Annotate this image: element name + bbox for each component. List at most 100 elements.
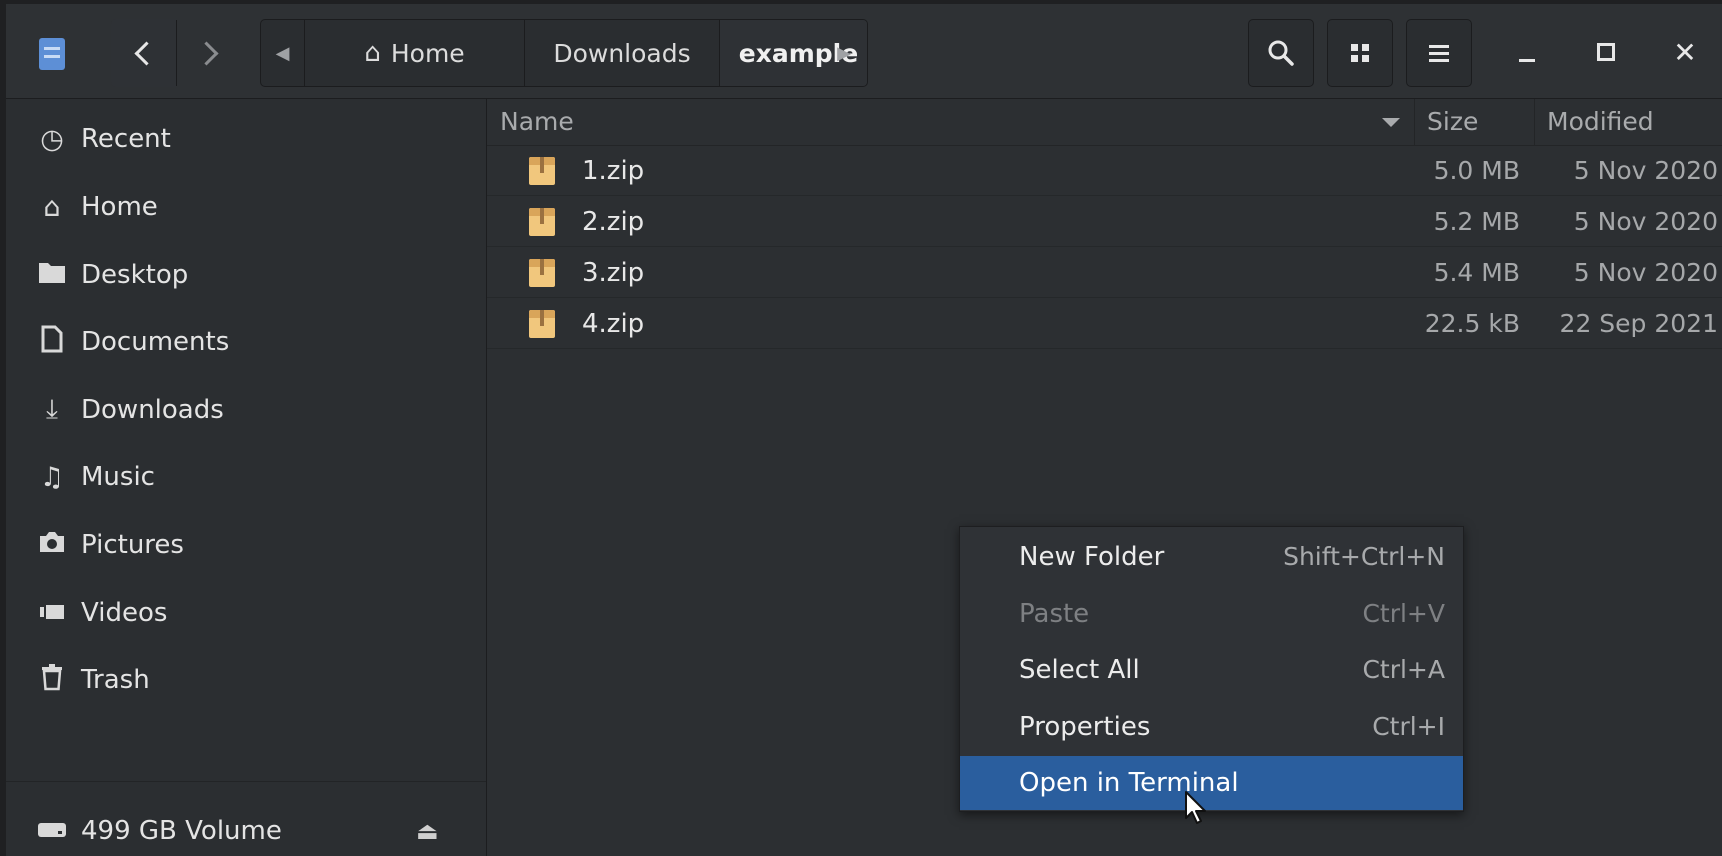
sidebar-item-label: Pictures xyxy=(81,530,184,560)
file-size: 5.2 MB xyxy=(1433,207,1520,236)
file-name: 1.zip xyxy=(582,156,645,186)
sidebar-item-label: Desktop xyxy=(81,260,189,290)
sidebar-item-label: Downloads xyxy=(81,395,224,425)
menu-item-label: New Folder xyxy=(1019,542,1165,572)
sidebar-item-volume[interactable]: 499 GB Volume ⏏ xyxy=(6,796,486,856)
menu-item-shortcut: Ctrl+V xyxy=(1362,599,1445,628)
file-row[interactable]: 4.zip 22.5 kB 22 Sep 2021 xyxy=(487,299,1722,349)
sidebar-item-home[interactable]: ⌂ Home xyxy=(6,172,486,242)
close-icon: ✕ xyxy=(1673,35,1697,69)
context-menu: New Folder Shift+Ctrl+N Paste Ctrl+V Sel… xyxy=(959,526,1464,812)
drive-icon xyxy=(34,816,70,847)
minimize-icon xyxy=(1519,58,1535,62)
file-modified: 5 Nov 2020 xyxy=(1573,207,1718,236)
maximize-button[interactable] xyxy=(1576,22,1636,82)
sidebar-item-label: Recent xyxy=(81,124,171,154)
chevron-right-icon xyxy=(194,40,219,66)
search-icon xyxy=(1268,40,1294,66)
menu-item-label: Select All xyxy=(1019,655,1140,685)
sidebar-item-label: 499 GB Volume xyxy=(81,816,282,846)
close-button[interactable]: ✕ xyxy=(1655,22,1715,82)
menu-item-shortcut: Ctrl+A xyxy=(1362,655,1445,684)
sidebar-item-videos[interactable]: Videos xyxy=(6,578,486,648)
column-header-modified[interactable]: Modified xyxy=(1535,99,1722,145)
path-scroll-right-button[interactable]: ▶ xyxy=(818,20,867,86)
home-icon: ⌂ xyxy=(364,38,381,68)
sort-descending-icon xyxy=(1382,118,1400,127)
path-segment-downloads[interactable]: Downloads xyxy=(525,20,720,86)
column-header-label: Size xyxy=(1427,107,1479,136)
sidebar-item-recent[interactable]: ◷ Recent xyxy=(6,104,486,174)
places-sidebar: ◷ Recent ⌂ Home Desktop Documents ⤓ Down… xyxy=(6,99,487,856)
file-size: 5.4 MB xyxy=(1433,258,1520,287)
sidebar-item-label: Music xyxy=(81,462,155,492)
pointer-cursor-icon xyxy=(1185,791,1206,824)
sidebar-item-trash[interactable]: Trash xyxy=(6,645,486,715)
home-icon: ⌂ xyxy=(43,191,61,223)
sidebar-item-documents[interactable]: Documents xyxy=(6,307,486,377)
forward-button[interactable] xyxy=(177,19,242,87)
file-row[interactable]: 3.zip 5.4 MB 5 Nov 2020 xyxy=(487,248,1722,298)
file-size: 5.0 MB xyxy=(1433,156,1520,185)
menu-item-new-folder[interactable]: New Folder Shift+Ctrl+N xyxy=(960,530,1463,584)
menu-item-select-all[interactable]: Select All Ctrl+A xyxy=(960,643,1463,697)
file-name: 2.zip xyxy=(582,207,645,237)
file-name: 3.zip xyxy=(582,258,645,288)
sidebar-item-downloads[interactable]: ⤓ Downloads xyxy=(6,375,486,445)
sidebar-item-label: Trash xyxy=(81,665,150,695)
sidebar-separator xyxy=(6,781,486,782)
header-bar: ◀ ⌂ Home Downloads example ▶ ✕ xyxy=(6,4,1722,99)
column-header-label: Name xyxy=(500,107,574,136)
document-icon xyxy=(34,325,70,360)
file-row[interactable]: 1.zip 5.0 MB 5 Nov 2020 xyxy=(487,146,1722,196)
file-size: 22.5 kB xyxy=(1424,309,1520,338)
column-header-size[interactable]: Size xyxy=(1415,99,1535,145)
archive-icon xyxy=(529,208,555,236)
sidebar-item-pictures[interactable]: Pictures xyxy=(6,510,486,580)
path-bar: ◀ ⌂ Home Downloads example ▶ xyxy=(260,19,868,87)
main-menu-button[interactable] xyxy=(1406,19,1472,87)
video-icon xyxy=(34,598,70,629)
nav-divider xyxy=(176,20,177,86)
path-segment-home[interactable]: ⌂ Home xyxy=(305,20,525,86)
music-icon: ♫ xyxy=(39,461,65,493)
file-name: 4.zip xyxy=(582,309,645,339)
file-row[interactable]: 2.zip 5.2 MB 5 Nov 2020 xyxy=(487,197,1722,247)
archive-icon xyxy=(529,157,555,185)
menu-item-label: Properties xyxy=(1019,712,1151,742)
back-button[interactable] xyxy=(111,19,176,87)
path-segment-label: Home xyxy=(390,38,465,68)
sidebar-item-music[interactable]: ♫ Music xyxy=(6,442,486,512)
menu-item-shortcut: Ctrl+I xyxy=(1372,712,1445,741)
menu-item-label: Paste xyxy=(1019,599,1090,629)
menu-item-paste[interactable]: Paste Ctrl+V xyxy=(960,587,1463,641)
download-icon: ⤓ xyxy=(46,394,58,425)
column-header-label: Modified xyxy=(1547,107,1654,136)
menu-item-open-in-terminal[interactable]: Open in Terminal xyxy=(960,756,1463,810)
minimize-button[interactable] xyxy=(1497,22,1557,82)
folder-icon xyxy=(34,260,70,291)
file-modified: 5 Nov 2020 xyxy=(1573,258,1718,287)
clock-icon: ◷ xyxy=(40,123,64,155)
camera-icon xyxy=(34,530,70,561)
view-toggle-button[interactable] xyxy=(1327,19,1393,87)
grid-view-icon xyxy=(1351,44,1369,62)
eject-icon[interactable]: ⏏ xyxy=(416,817,439,845)
sidebar-item-desktop[interactable]: Desktop xyxy=(6,240,486,310)
archive-icon xyxy=(529,310,555,338)
maximize-icon xyxy=(1597,43,1615,61)
menu-item-properties[interactable]: Properties Ctrl+I xyxy=(960,700,1463,754)
sidebar-item-label: Documents xyxy=(81,327,230,357)
column-header-name[interactable]: Name xyxy=(487,99,1415,145)
sidebar-item-label: Home xyxy=(81,192,158,222)
file-modified: 22 Sep 2021 xyxy=(1559,309,1718,338)
search-button[interactable] xyxy=(1248,19,1314,87)
path-segment-label: Downloads xyxy=(553,38,691,68)
file-manager-window: ◀ ⌂ Home Downloads example ▶ ✕ ◷ Recent … xyxy=(6,4,1722,856)
sidebar-item-label: Videos xyxy=(81,598,168,628)
path-scroll-left-button[interactable]: ◀ xyxy=(261,20,305,86)
file-modified: 5 Nov 2020 xyxy=(1573,156,1718,185)
trash-icon xyxy=(34,663,70,698)
files-app-icon xyxy=(39,38,65,70)
hamburger-menu-icon xyxy=(1429,45,1449,62)
